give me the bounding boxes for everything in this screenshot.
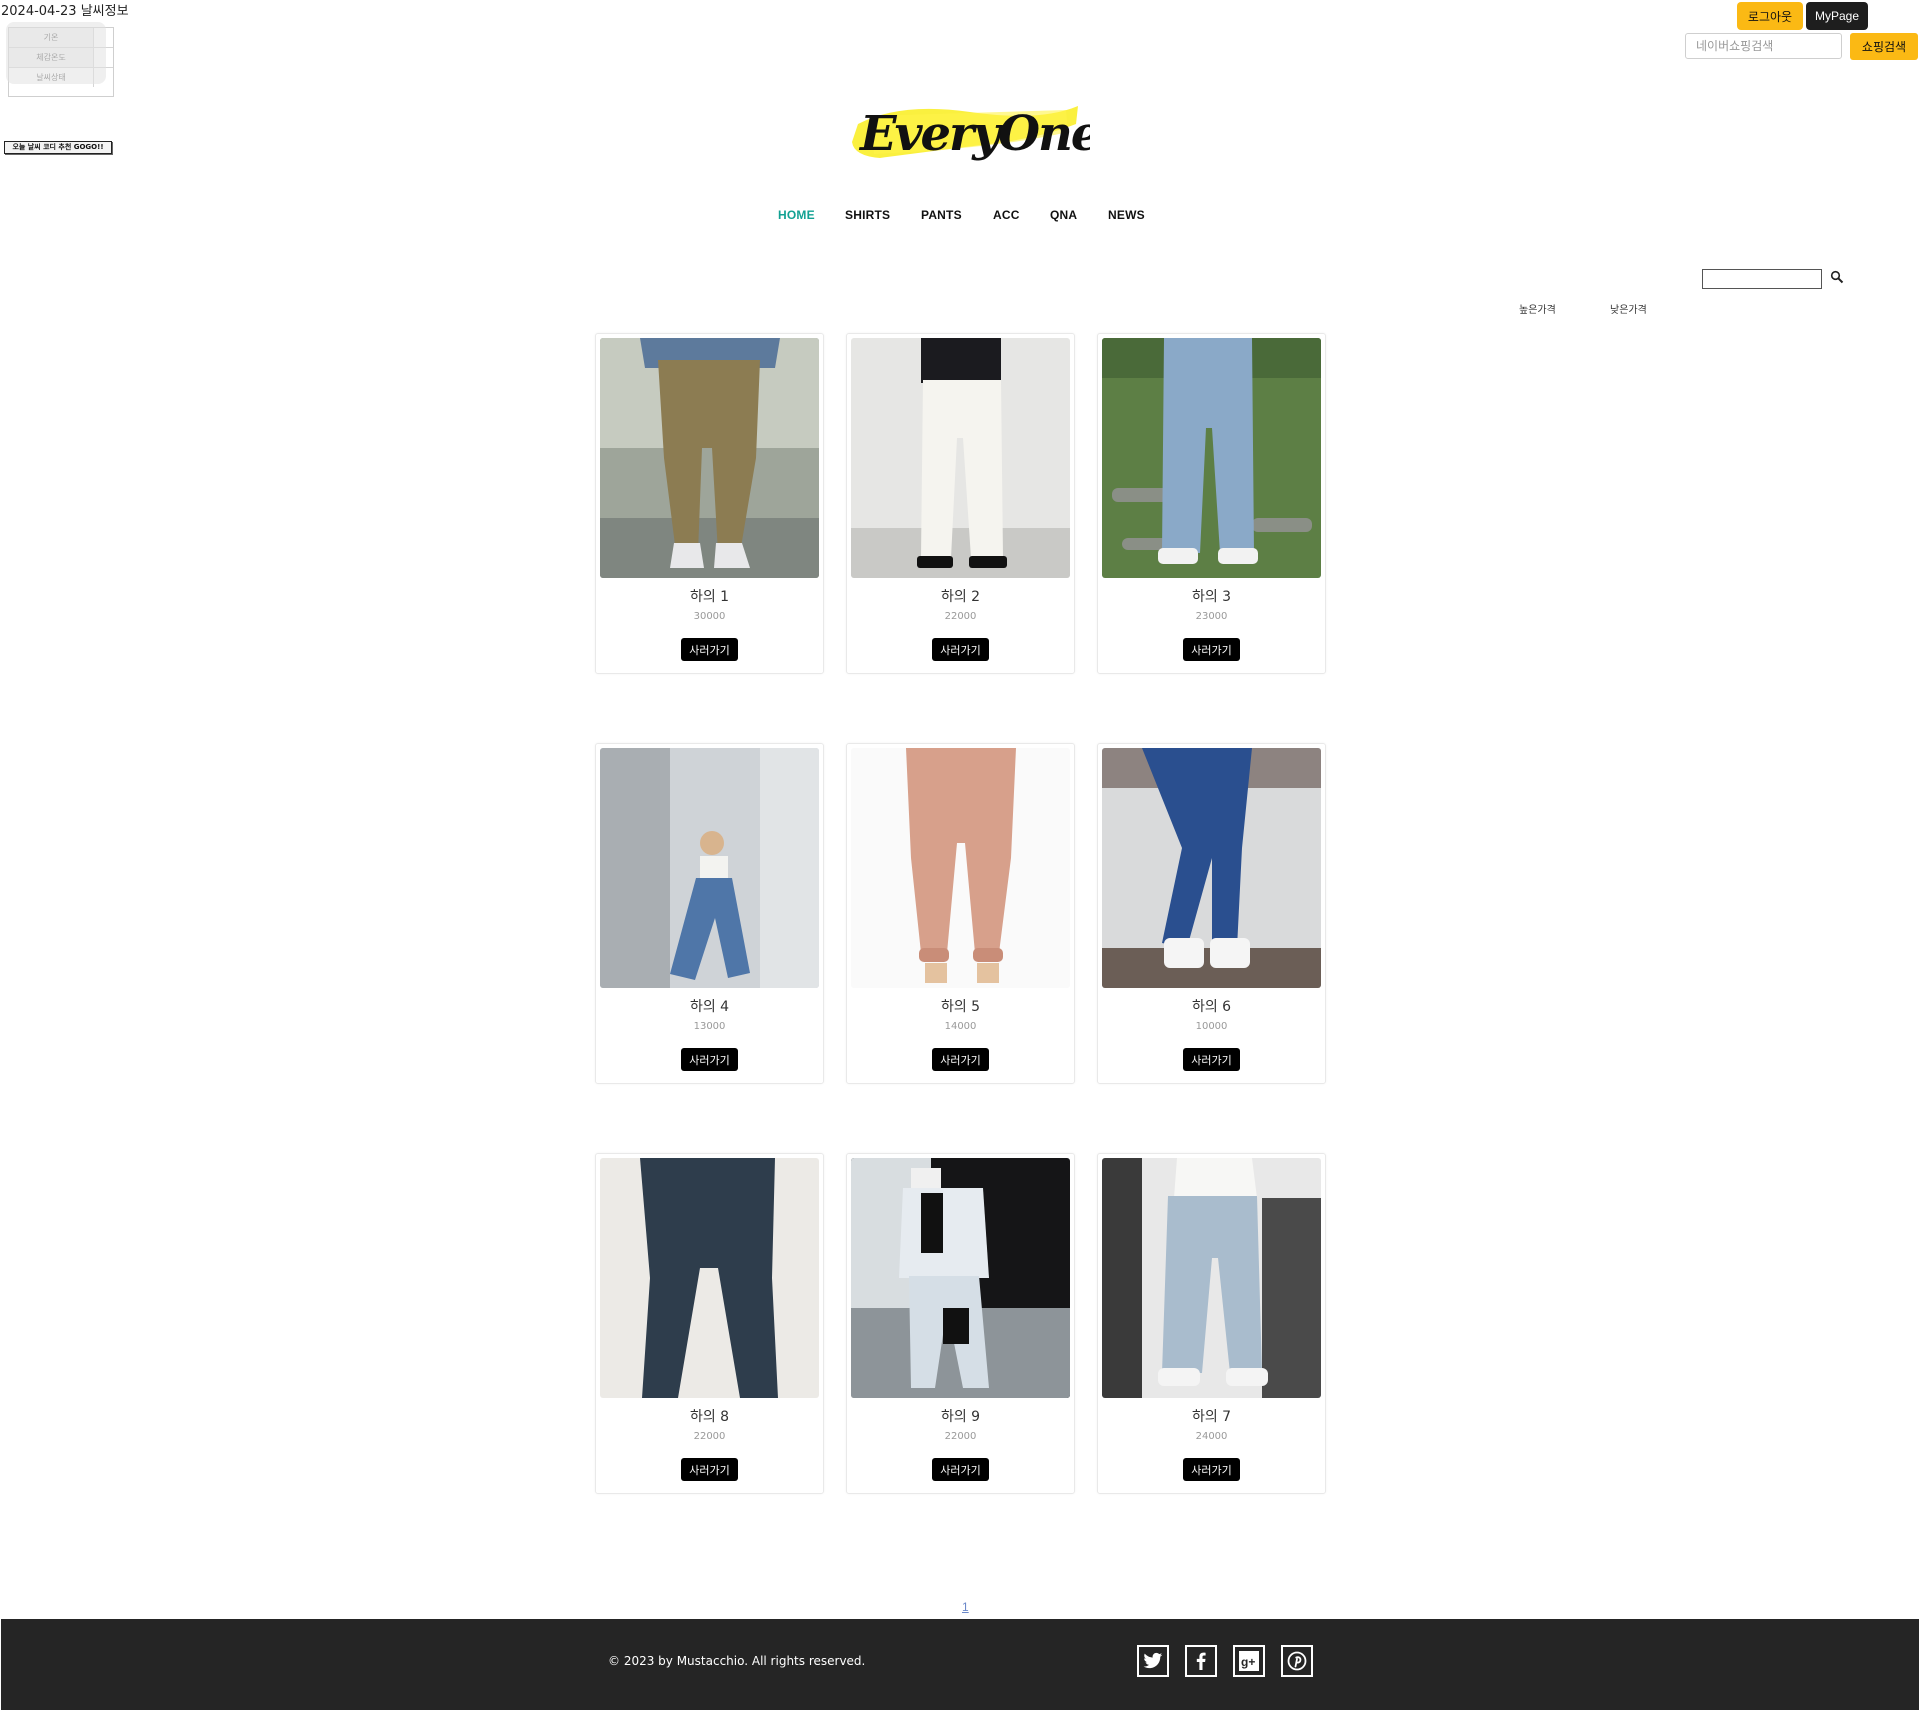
twitter-icon[interactable]: [1137, 1645, 1169, 1677]
product-photo-dark-denim[interactable]: [600, 1158, 819, 1398]
nav-shirts[interactable]: SHIRTS: [845, 208, 890, 222]
product-photo-washed-jeans[interactable]: [1102, 1158, 1321, 1398]
product-name: 하의 5: [940, 999, 981, 1015]
nav-acc[interactable]: ACC: [993, 208, 1020, 222]
weather-row-temp: 기온: [9, 28, 113, 48]
mypage-button[interactable]: MyPage: [1806, 2, 1868, 30]
buy-button[interactable]: 사러가기: [1183, 638, 1240, 661]
weather-table: 기온 체감온도 날씨상태: [8, 27, 114, 97]
weather-title: 2024-04-23 날씨정보: [1, 0, 129, 19]
nav-qna[interactable]: QNA: [1050, 208, 1077, 222]
product-name: 하의 2: [940, 589, 981, 605]
facebook-icon[interactable]: [1185, 1645, 1217, 1677]
buy-button[interactable]: 사러가기: [1183, 1458, 1240, 1481]
buy-button[interactable]: 사러가기: [932, 1048, 989, 1071]
product-price: 14000: [944, 1021, 977, 1032]
product-card[interactable]: 하의 9 22000 사러가기: [846, 1153, 1075, 1494]
buy-button[interactable]: 사러가기: [681, 1458, 738, 1481]
weather-label-temp: 기온: [9, 28, 94, 47]
product-card[interactable]: 하의 8 22000 사러가기: [595, 1153, 824, 1494]
weather-title-label: 날씨정보: [80, 4, 129, 19]
product-photo-patterned-denim[interactable]: [600, 748, 819, 988]
product-card[interactable]: 하의 5 14000 사러가기: [846, 743, 1075, 1084]
product-price: 30000: [693, 611, 726, 622]
logout-button[interactable]: 로그아웃: [1737, 2, 1803, 30]
product-price: 22000: [693, 1431, 726, 1442]
weather-row-status: 날씨상태: [9, 68, 113, 87]
google-plus-icon[interactable]: g+: [1233, 1645, 1265, 1677]
weather-coordi-button[interactable]: 오늘 날씨 코디 추천 GOGO!!: [4, 141, 112, 154]
footer-copyright: © 2023 by Mustacchio. All rights reserve…: [608, 1654, 866, 1668]
product-photo-track-pants[interactable]: [851, 1158, 1070, 1398]
main-nav: HOME SHIRTS PANTS ACC QNA NEWS: [0, 208, 1920, 232]
weather-row-feels: 체감온도: [9, 48, 113, 68]
product-price: 22000: [944, 1431, 977, 1442]
product-name: 하의 8: [689, 1409, 730, 1425]
product-photo-white-pants[interactable]: [851, 338, 1070, 578]
product-price: 23000: [1195, 611, 1228, 622]
product-card[interactable]: 하의 3 23000 사러가기: [1097, 333, 1326, 674]
weather-value-temp: [94, 28, 113, 47]
weather-value-feels: [94, 48, 113, 67]
product-price: 24000: [1195, 1431, 1228, 1442]
product-price: 13000: [693, 1021, 726, 1032]
product-name: 하의 6: [1191, 999, 1232, 1015]
product-photo-khaki-pants[interactable]: [600, 338, 819, 578]
weather-label-status: 날씨상태: [9, 68, 94, 87]
product-card[interactable]: 하의 2 22000 사러가기: [846, 333, 1075, 674]
naver-shopping-search-input[interactable]: [1685, 33, 1842, 59]
product-card[interactable]: 하의 1 30000 사러가기: [595, 333, 824, 674]
footer: © 2023 by Mustacchio. All rights reserve…: [1, 1619, 1919, 1710]
buy-button[interactable]: 사러가기: [1183, 1048, 1240, 1071]
product-name: 하의 4: [689, 999, 730, 1015]
product-card[interactable]: 하의 7 24000 사러가기: [1097, 1153, 1326, 1494]
sort-high-price-link[interactable]: 높은가격: [1519, 301, 1556, 316]
product-name: 하의 7: [1191, 1409, 1232, 1425]
shopping-search-button[interactable]: 쇼핑검색: [1850, 33, 1918, 60]
product-card[interactable]: 하의 6 10000 사러가기: [1097, 743, 1326, 1084]
product-photo-light-jeans[interactable]: [1102, 338, 1321, 578]
logo-graphic: EveryOne: [852, 106, 1102, 162]
weather-date: 2024-04-23: [1, 4, 77, 19]
pinterest-icon[interactable]: [1281, 1645, 1313, 1677]
product-card[interactable]: 하의 4 13000 사러가기: [595, 743, 824, 1084]
sort-low-price-link[interactable]: 낮은가격: [1610, 301, 1647, 316]
svg-text:g+: g+: [1241, 1655, 1255, 1669]
product-photo-ripped-jeans[interactable]: [1102, 748, 1321, 988]
buy-button[interactable]: 사러가기: [681, 638, 738, 661]
product-price: 22000: [944, 611, 977, 622]
product-name: 하의 9: [940, 1409, 981, 1425]
buy-button[interactable]: 사러가기: [681, 1048, 738, 1071]
buy-button[interactable]: 사러가기: [932, 638, 989, 661]
logo-text: EveryOne: [858, 106, 1090, 162]
product-search-input[interactable]: [1702, 269, 1822, 289]
pagination-page-1[interactable]: 1: [962, 1600, 969, 1614]
product-price: 10000: [1195, 1021, 1228, 1032]
nav-pants[interactable]: PANTS: [921, 208, 962, 222]
weather-value-status: [94, 68, 113, 87]
site-logo[interactable]: EveryOne: [840, 94, 1102, 166]
product-name: 하의 3: [1191, 589, 1232, 605]
search-icon[interactable]: [1830, 269, 1844, 284]
weather-label-feels: 체감온도: [9, 48, 94, 67]
nav-news[interactable]: NEWS: [1108, 208, 1145, 222]
nav-home[interactable]: HOME: [778, 208, 815, 222]
product-photo-pink-jogger[interactable]: [851, 748, 1070, 988]
product-name: 하의 1: [689, 589, 730, 605]
buy-button[interactable]: 사러가기: [932, 1458, 989, 1481]
